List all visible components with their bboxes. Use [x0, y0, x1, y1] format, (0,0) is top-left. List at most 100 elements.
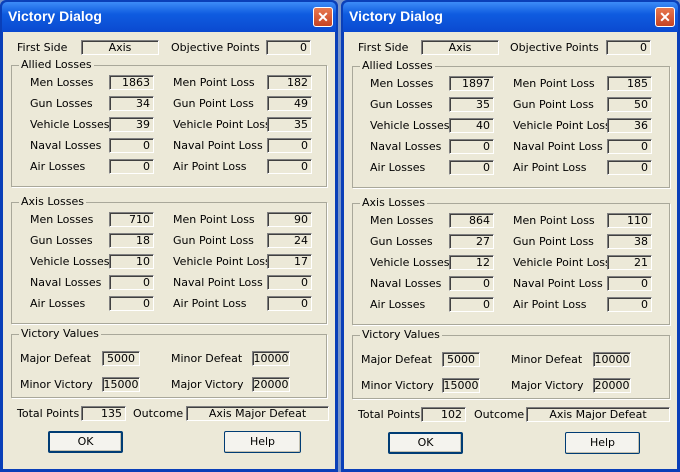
vehicle-point-loss-label: Vehicle Point Loss — [513, 119, 611, 132]
men-losses-field: 1863 — [109, 75, 154, 90]
major-victory-field: 20000 — [252, 377, 290, 392]
gun-point-loss-label: Gun Point Loss — [513, 235, 594, 248]
gun-losses-label: Gun Losses — [370, 235, 433, 248]
minor-defeat-label: Minor Defeat — [511, 353, 583, 366]
men-losses-label: Men Losses — [30, 76, 94, 89]
objective-points-field: 0 — [606, 40, 651, 55]
gun-losses-field: 35 — [449, 97, 494, 112]
allied-losses-title: Allied Losses — [360, 59, 435, 72]
men-losses-field: 864 — [449, 213, 494, 228]
outcome-label: Outcome — [474, 408, 525, 421]
air-point-loss-field: 0 — [267, 159, 312, 174]
allied-losses-title: Allied Losses — [19, 58, 94, 71]
objective-points-field: 0 — [266, 40, 311, 55]
gun-point-loss-field: 38 — [607, 234, 652, 249]
major-defeat-label: Major Defeat — [361, 353, 432, 366]
air-point-loss-label: Air Point Loss — [173, 297, 247, 310]
victory-values-group: Victory Values Major Defeat 5000 Minor D… — [11, 327, 327, 398]
victory-dialog-window: Victory Dialog ✕ First Side Axis Objecti… — [341, 0, 680, 472]
outcome-field: Axis Major Defeat — [186, 406, 329, 421]
men-point-loss-field: 90 — [267, 212, 312, 227]
naval-losses-label: Naval Losses — [30, 139, 102, 152]
outcome-label: Outcome — [133, 407, 184, 420]
major-defeat-field: 5000 — [102, 351, 140, 366]
vehicle-point-loss-field: 36 — [607, 118, 652, 133]
vehicle-losses-label: Vehicle Losses — [30, 255, 110, 268]
minor-defeat-field: 10000 — [593, 352, 631, 367]
dialog-body: First Side Axis Objective Points 0 Allie… — [344, 32, 677, 469]
close-icon[interactable]: ✕ — [313, 7, 333, 27]
air-losses-field: 0 — [449, 297, 494, 312]
air-point-loss-label: Air Point Loss — [513, 298, 587, 311]
vehicle-losses-label: Vehicle Losses — [370, 256, 450, 269]
men-point-loss-field: 182 — [267, 75, 312, 90]
total-points-label: Total Points — [358, 408, 421, 421]
major-defeat-field: 5000 — [442, 352, 480, 367]
men-losses-field: 710 — [109, 212, 154, 227]
total-points-field: 102 — [421, 407, 466, 422]
naval-losses-label: Naval Losses — [370, 140, 442, 153]
victory-dialog-window: Victory Dialog ✕ First Side Axis Objecti… — [0, 0, 338, 472]
air-losses-field: 0 — [109, 159, 154, 174]
naval-point-loss-field: 0 — [607, 276, 652, 291]
naval-point-loss-field: 0 — [267, 275, 312, 290]
naval-losses-field: 0 — [109, 138, 154, 153]
men-losses-label: Men Losses — [30, 213, 94, 226]
close-icon[interactable]: ✕ — [655, 7, 675, 27]
vehicle-losses-field: 10 — [109, 254, 154, 269]
vehicle-losses-field: 12 — [449, 255, 494, 270]
gun-point-loss-label: Gun Point Loss — [173, 234, 254, 247]
air-point-loss-field: 0 — [607, 160, 652, 175]
men-losses-label: Men Losses — [370, 214, 434, 227]
dialog-title: Victory Dialog — [349, 8, 443, 24]
vehicle-point-loss-field: 21 — [607, 255, 652, 270]
air-point-loss-label: Air Point Loss — [513, 161, 587, 174]
vehicle-losses-label: Vehicle Losses — [370, 119, 450, 132]
total-points-field: 135 — [81, 406, 126, 421]
naval-losses-label: Naval Losses — [370, 277, 442, 290]
objective-points-label: Objective Points — [171, 41, 260, 54]
men-point-loss-label: Men Point Loss — [513, 77, 595, 90]
naval-point-loss-label: Naval Point Loss — [173, 139, 263, 152]
men-losses-field: 1897 — [449, 76, 494, 91]
axis-losses-title: Axis Losses — [360, 196, 427, 209]
naval-losses-field: 0 — [109, 275, 154, 290]
help-button[interactable]: Help — [224, 431, 301, 453]
help-button[interactable]: Help — [565, 432, 640, 454]
naval-point-loss-field: 0 — [607, 139, 652, 154]
gun-losses-field: 27 — [449, 234, 494, 249]
victory-values-group: Victory Values Major Defeat 5000 Minor D… — [352, 328, 670, 399]
major-defeat-label: Major Defeat — [20, 352, 91, 365]
outcome-field: Axis Major Defeat — [526, 407, 670, 422]
gun-losses-label: Gun Losses — [30, 97, 93, 110]
minor-defeat-label: Minor Defeat — [171, 352, 243, 365]
ok-button[interactable]: OK — [388, 432, 463, 454]
men-point-loss-label: Men Point Loss — [173, 76, 255, 89]
major-victory-field: 20000 — [593, 378, 631, 393]
gun-point-loss-field: 49 — [267, 96, 312, 111]
minor-victory-field: 15000 — [442, 378, 480, 393]
first-side-field: Axis — [421, 40, 499, 55]
gun-losses-field: 18 — [109, 233, 154, 248]
dialog-body: First Side Axis Objective Points 0 Allie… — [3, 32, 335, 469]
objective-points-label: Objective Points — [510, 41, 599, 54]
first-side-label: First Side — [17, 41, 68, 54]
ok-button[interactable]: OK — [48, 431, 123, 453]
men-point-loss-field: 185 — [607, 76, 652, 91]
vehicle-losses-field: 39 — [109, 117, 154, 132]
naval-point-loss-field: 0 — [267, 138, 312, 153]
vehicle-point-loss-field: 17 — [267, 254, 312, 269]
allied-losses-group: Allied Losses Men Losses 1897 Gun Losses… — [352, 59, 670, 188]
gun-losses-label: Gun Losses — [30, 234, 93, 247]
air-point-loss-field: 0 — [267, 296, 312, 311]
title-bar[interactable]: Victory Dialog ✕ — [2, 2, 336, 32]
title-bar[interactable]: Victory Dialog ✕ — [343, 2, 678, 32]
air-losses-label: Air Losses — [370, 298, 426, 311]
allied-losses-group: Allied Losses Men Losses 1863 Gun Losses… — [11, 58, 327, 187]
air-losses-field: 0 — [449, 160, 494, 175]
major-victory-label: Major Victory — [171, 378, 244, 391]
gun-point-loss-field: 24 — [267, 233, 312, 248]
vehicle-point-loss-field: 35 — [267, 117, 312, 132]
naval-losses-field: 0 — [449, 276, 494, 291]
air-losses-label: Air Losses — [30, 160, 86, 173]
